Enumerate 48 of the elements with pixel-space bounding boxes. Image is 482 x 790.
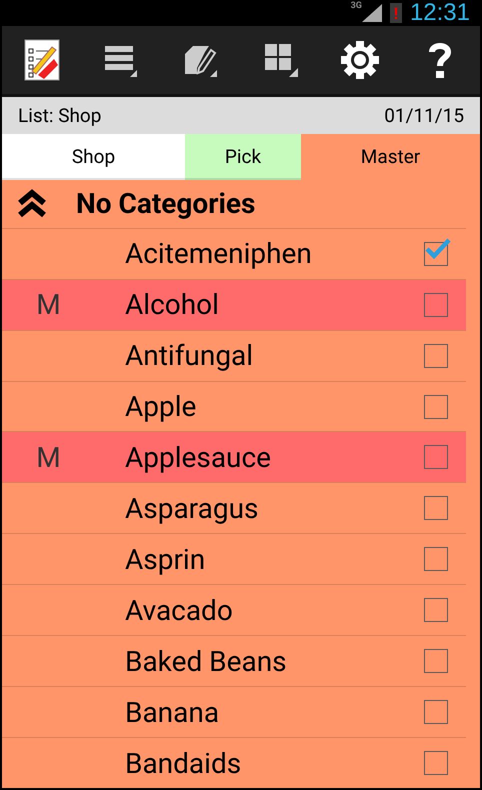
signal-icon: [362, 4, 382, 22]
item-row[interactable]: Avacado: [2, 584, 466, 636]
item-name: Alcohol: [124, 288, 220, 322]
item-row[interactable]: Bandaids: [2, 737, 466, 788]
checkbox[interactable]: [424, 751, 448, 776]
help-icon: [428, 40, 452, 79]
network-label: 3G: [350, 1, 362, 11]
tab[interactable]: Pick: [185, 134, 301, 180]
item-name: Acitemeniphen: [124, 237, 313, 270]
checkbox[interactable]: [424, 700, 448, 724]
item-row[interactable]: Baked Beans: [2, 635, 466, 686]
category-title: No Categories: [76, 187, 256, 220]
checkbox[interactable]: [424, 649, 448, 674]
item-row[interactable]: Banana: [2, 686, 466, 738]
list-title: List: Shop: [18, 104, 102, 127]
collapse-chevron-icon[interactable]: [16, 188, 48, 219]
settings-icon: [340, 40, 380, 80]
checkbox[interactable]: [424, 598, 448, 622]
item-name: Bandaids: [124, 746, 242, 780]
item-name: Apple: [124, 390, 198, 424]
checkbox[interactable]: [424, 496, 448, 520]
item-name: Banana: [124, 696, 220, 729]
checkbox[interactable]: [424, 242, 448, 266]
checkbox[interactable]: [424, 292, 448, 317]
item-mark: M: [35, 440, 62, 474]
checkmark-icon: [425, 236, 451, 259]
status-time: 12:31: [410, 0, 470, 27]
checkbox[interactable]: [424, 547, 448, 572]
item-name: Applesauce: [124, 440, 272, 474]
checklist-pencil-icon: [24, 38, 60, 81]
highlighted-row[interactable]: M Applesauce: [2, 431, 466, 482]
highlighted-row[interactable]: M Alcohol: [2, 278, 466, 330]
item-name: Antifungal: [124, 339, 254, 372]
item-name: Asprin: [124, 542, 206, 576]
tab[interactable]: Shop: [2, 134, 185, 180]
alert-badge: !: [390, 3, 402, 23]
item-mark: M: [35, 288, 62, 322]
item-name: Baked Beans: [124, 644, 288, 678]
item-row[interactable]: Antifungal: [2, 330, 466, 381]
checkbox[interactable]: [424, 344, 448, 368]
checkbox[interactable]: [424, 445, 448, 470]
list-date: 01/11/15: [384, 104, 464, 127]
checkbox[interactable]: [424, 394, 448, 419]
item-name: Avacado: [124, 594, 234, 627]
item-row[interactable]: Asparagus: [2, 482, 466, 534]
grid-icon: [262, 42, 299, 78]
item-name: Asparagus: [124, 492, 260, 525]
item-row[interactable]: Asprin: [2, 533, 466, 584]
